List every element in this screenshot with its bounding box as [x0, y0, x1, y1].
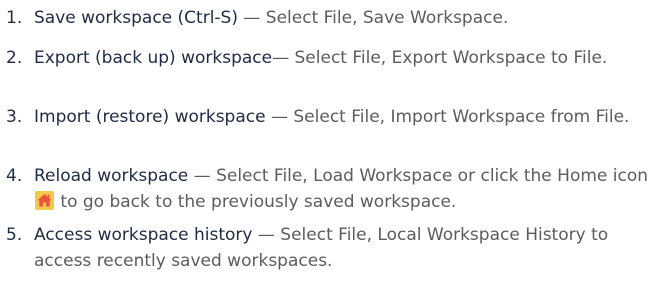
- step-number: 1.: [6, 8, 23, 28]
- home-icon: [35, 191, 54, 210]
- step-term: Save workspace (Ctrl-S): [34, 8, 238, 28]
- step-number: 4.: [6, 166, 23, 186]
- step-text: Access workspace history — Select File, …: [34, 222, 659, 274]
- step-description: — Select File, Save Workspace.: [237, 8, 509, 28]
- step-text: Import (restore) workspace — Select File…: [34, 104, 659, 130]
- step-text: Export (back up) workspace— Select File,…: [34, 45, 659, 71]
- step-term: Reload workspace: [34, 166, 189, 186]
- step-term: Access workspace history: [34, 225, 253, 245]
- step-description: — Select File, Import Workspace from Fil…: [265, 107, 630, 127]
- step-text: Save workspace (Ctrl-S) — Select File, S…: [34, 5, 659, 31]
- step-term: Import (restore) workspace: [34, 107, 266, 127]
- step-text: Reload workspace — Select File, Load Wor…: [34, 163, 659, 215]
- step-number: 2.: [6, 48, 23, 68]
- step-term: Export (back up) workspace: [34, 48, 273, 68]
- step-description-after-icon: to go back to the previously saved works…: [55, 192, 457, 212]
- step-number: 5.: [6, 225, 23, 245]
- step-number: 3.: [6, 107, 23, 127]
- step-description-before-icon: — Select File, Load Workspace or click t…: [188, 166, 649, 186]
- step-description: — Select File, Export Workspace to File.: [272, 48, 608, 68]
